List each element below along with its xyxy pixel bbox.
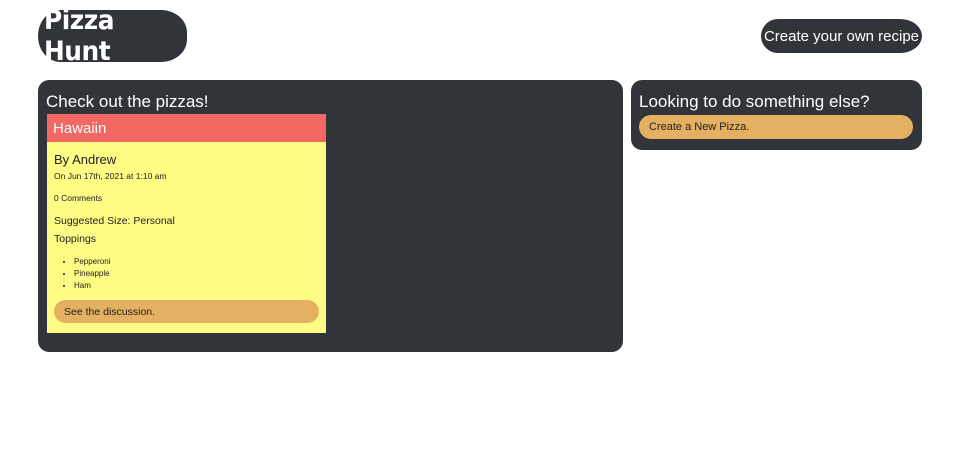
suggested-size: Suggested Size: Personal (54, 215, 175, 227)
pizza-author: By Andrew (54, 152, 117, 167)
logo-text: Pizza Hunt (43, 5, 115, 67)
toppings-label: Toppings (54, 233, 97, 245)
pizza-card: Hawaiin By Andrew On Jun 17th, 2021 at 1… (47, 114, 326, 333)
create-new-pizza-button[interactable]: Create a New Pizza. (639, 115, 913, 139)
pizza-name: Hawaiin (47, 114, 326, 142)
actions-panel: Looking to do something else? Create a N… (631, 80, 922, 150)
create-recipe-button[interactable]: Create your own recipe (761, 19, 922, 53)
topping-item: Pepperoni (74, 256, 110, 268)
panel-title: Looking to do something else? (639, 92, 870, 111)
toppings-list: Pepperoni Pineapple Ham (74, 256, 110, 292)
logo[interactable]: Pizza Hunt (38, 5, 187, 67)
see-discussion-button[interactable]: See the discussion. (54, 300, 319, 323)
topping-item: Pineapple (74, 268, 110, 280)
pizza-date: On Jun 17th, 2021 at 1:10 am (54, 171, 167, 181)
topping-item: Ham (74, 280, 110, 292)
panel-title: Check out the pizzas! (46, 92, 209, 111)
pizza-list-panel: Check out the pizzas! Hawaiin By Andrew … (38, 80, 623, 352)
comment-count: 0 Comments (54, 193, 103, 203)
